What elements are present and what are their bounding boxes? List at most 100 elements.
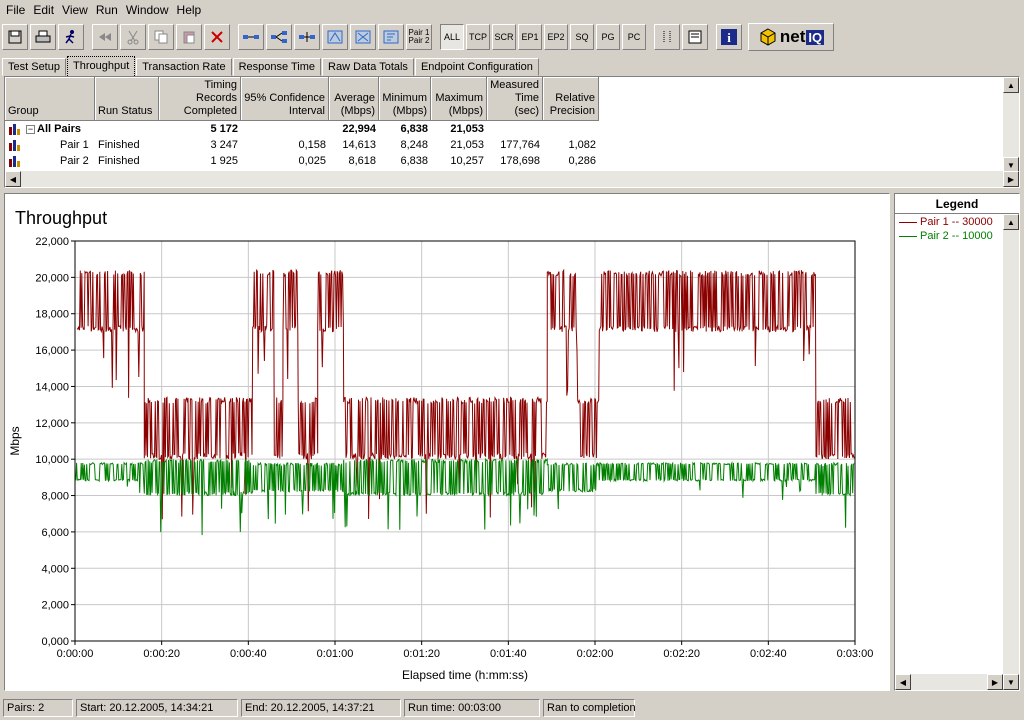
sort-button[interactable]: [378, 24, 404, 50]
results-grid: Group Run Status Timing Records Completed 95…: [4, 76, 1020, 188]
logo-text: net: [779, 27, 806, 46]
scroll-up-button[interactable]: ▲: [1003, 77, 1019, 93]
x-axis-label: Elapsed time (h:mm:ss): [402, 668, 528, 682]
x-tick-label: 0:00:40: [230, 648, 267, 660]
grid-horizontal-scrollbar[interactable]: ◀ ▶: [5, 171, 1019, 187]
y-tick-label: 16,000: [35, 345, 69, 357]
column-header[interactable]: Measured Time (sec): [487, 77, 543, 121]
column-header-label: Maximum (Mbps): [435, 92, 483, 117]
menu-view[interactable]: View: [58, 1, 92, 19]
tab-raw-data-totals[interactable]: Raw Data Totals: [322, 58, 414, 76]
filter-all-button[interactable]: ALL: [440, 24, 464, 50]
chart-panel: Throughput 0,000 2,000 4,000 6,000 8,000 10,00…: [4, 193, 890, 691]
status-message: Ran to completion: [543, 699, 636, 717]
columns-button[interactable]: [654, 24, 680, 50]
y-tick-label: 0,000: [41, 636, 69, 648]
y-tick-label: 10,000: [35, 454, 69, 466]
table-row[interactable]: Pair 2 Finished 1 925 0,025 8,618 6,838 10,257…: [5, 153, 599, 169]
table-cell: 3 247: [210, 139, 238, 151]
tab-test-setup[interactable]: Test Setup: [2, 58, 66, 76]
scroll-up-button[interactable]: ▲: [1003, 214, 1019, 230]
y-tick-label: 8,000: [41, 491, 69, 503]
menu-run[interactable]: Run: [92, 1, 122, 19]
column-header[interactable]: 95% Confidence Interval: [241, 77, 329, 121]
legend-label: Pair 2 -- 10000: [920, 230, 993, 242]
pair-toggle-button[interactable]: Pair 1 Pair 2: [406, 24, 432, 50]
run-button[interactable]: [58, 24, 84, 50]
table-row[interactable]: Pair 1 Finished 3 247 0,158 14,613 8,248 21,05…: [5, 137, 599, 153]
scroll-down-button[interactable]: ▼: [1003, 674, 1019, 690]
copy-button[interactable]: [148, 24, 174, 50]
menu-help[interactable]: Help: [173, 1, 206, 19]
collapse-toggle[interactable]: −: [26, 124, 35, 134]
column-header-label: Minimum (Mbps): [382, 92, 427, 117]
column-header[interactable]: Maximum (Mbps): [431, 77, 487, 121]
filter-sq-button[interactable]: SQ: [570, 24, 594, 50]
x-tick-label: 0:02:20: [663, 648, 700, 660]
delete-button[interactable]: [204, 24, 230, 50]
legend-vertical-scrollbar[interactable]: ▲ ▼: [1003, 214, 1019, 690]
paste-icon: [183, 31, 195, 44]
column-header[interactable]: Group: [5, 77, 95, 121]
filter-scr-button[interactable]: SCR: [492, 24, 516, 50]
legend-panel: Legend Pair 1 -- 30000 Pair 2 -- 10000 ▲…: [894, 193, 1020, 691]
delete-icon: [211, 31, 223, 43]
rows-button[interactable]: [682, 24, 708, 50]
filter-tcp-button[interactable]: TCP: [466, 24, 490, 50]
add-pair-button[interactable]: [238, 24, 264, 50]
column-header-label: Average (Mbps): [334, 92, 375, 117]
ungroup-button[interactable]: [350, 24, 376, 50]
column-header[interactable]: Minimum (Mbps): [379, 77, 431, 121]
print-button[interactable]: [30, 24, 56, 50]
y-tick-label: 6,000: [41, 527, 69, 539]
column-header[interactable]: Relative Precision: [543, 77, 599, 121]
menu-edit[interactable]: Edit: [29, 1, 58, 19]
printer-icon: [35, 30, 51, 43]
rewind-button[interactable]: [92, 24, 118, 50]
save-button[interactable]: [2, 24, 28, 50]
table-cell: 177,764: [500, 139, 540, 151]
status-runtime: Run time: 00:03:00: [404, 699, 540, 717]
table-row[interactable]: − All Pairs 5 172 22,994 6,838 21,053: [5, 121, 599, 137]
scroll-left-button[interactable]: ◀: [895, 674, 911, 690]
table-cell: 6,838: [400, 123, 428, 135]
tab-transaction-rate[interactable]: Transaction Rate: [136, 58, 232, 76]
scroll-left-button[interactable]: ◀: [5, 171, 21, 187]
column-header[interactable]: Average (Mbps): [329, 77, 379, 121]
info-button[interactable]: i: [716, 24, 742, 50]
group-button[interactable]: [322, 24, 348, 50]
edit-pair-button[interactable]: [294, 24, 320, 50]
column-header[interactable]: Run Status: [95, 77, 159, 121]
filter-ep2-button[interactable]: EP2: [544, 24, 568, 50]
x-tick-label: 0:03:00: [837, 648, 874, 660]
status-bar: Pairs: 2 Start: 20.12.2005, 14:34:21 End…: [0, 697, 1024, 719]
filter-pc-button[interactable]: PC: [622, 24, 646, 50]
filter-ep1-button[interactable]: EP1: [518, 24, 542, 50]
table-cell: [543, 121, 599, 137]
table-cell: [487, 121, 543, 137]
table-cell: [241, 121, 329, 137]
y-axis-label: Mbps: [8, 426, 22, 455]
table-cell: 10,257: [450, 155, 484, 167]
tab-endpoint-configuration[interactable]: Endpoint Configuration: [414, 58, 539, 76]
paste-button[interactable]: [176, 24, 202, 50]
scroll-right-button[interactable]: ▶: [987, 674, 1003, 690]
tab-throughput[interactable]: Throughput: [66, 56, 136, 76]
tab-response-time[interactable]: Response Time: [232, 58, 322, 76]
table-cell: 1,082: [568, 139, 596, 151]
legend-horizontal-scrollbar[interactable]: ◀ ▶: [895, 674, 1003, 690]
x-tick-label: 0:01:40: [490, 648, 527, 660]
group-label: Pair 2: [60, 155, 89, 167]
filter-pg-button[interactable]: PG: [596, 24, 620, 50]
scroll-right-button[interactable]: ▶: [1003, 171, 1019, 187]
menu-file[interactable]: File: [2, 1, 29, 19]
column-header[interactable]: Timing Records Completed: [159, 77, 241, 121]
pair-icon: [243, 35, 259, 39]
cut-button[interactable]: [120, 24, 146, 50]
menu-window[interactable]: Window: [122, 1, 173, 19]
x-tick-label: 0:02:40: [750, 648, 787, 660]
chart-title: Throughput: [15, 208, 107, 228]
grid-vertical-scrollbar[interactable]: ▲ ▼: [1003, 77, 1019, 173]
multicast-button[interactable]: [266, 24, 292, 50]
table-cell: 178,698: [500, 155, 540, 167]
